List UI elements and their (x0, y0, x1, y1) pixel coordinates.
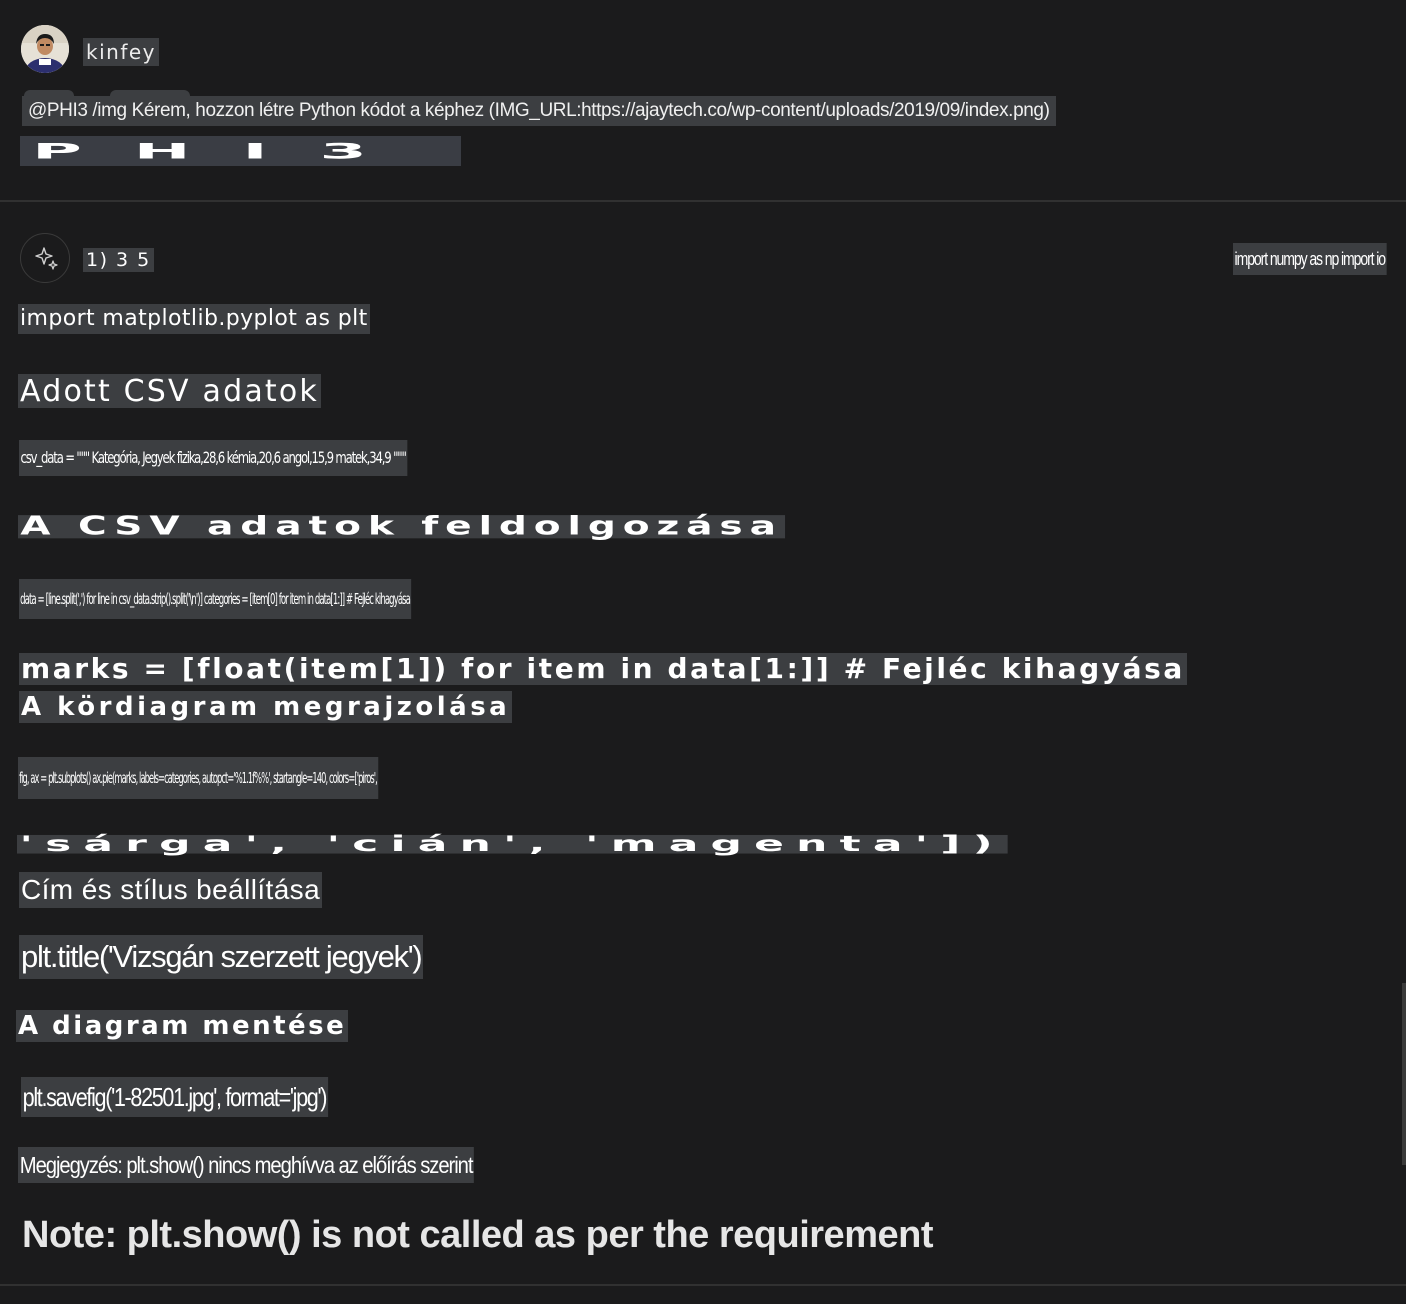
comment-heading: Adott CSV adatok (18, 374, 322, 409)
assistant-avatar (20, 233, 70, 283)
comment-heading: A kördiagram megrajzolása (19, 691, 513, 723)
response-meta: 1) 3 5 (83, 248, 154, 272)
code-line: import matplotlib.pyplot as plt (18, 304, 370, 334)
message-divider (0, 200, 1406, 202)
code-line: marks = [float(item[1]) for item in data… (19, 652, 1187, 685)
message-divider (0, 1284, 1406, 1286)
comment-heading: Cím és stílus beállítása (19, 872, 323, 908)
user-avatar-image (21, 25, 69, 73)
comment-line: Megjegyzés: plt.show() nincs meghívva az… (18, 1147, 475, 1183)
username[interactable]: kinfey (83, 38, 159, 66)
user-avatar[interactable] (21, 25, 69, 73)
user-prompt-text: @PHI3 /img Kérem, hozzon létre Python kó… (22, 96, 1056, 126)
code-snippet-aside: import numpy as np import io (1233, 243, 1387, 275)
code-line: data = [line.split(',') for line in csv_… (19, 579, 412, 619)
scrollbar[interactable] (1402, 983, 1406, 1165)
code-line: 'sárga', 'cián', 'magenta']) (17, 833, 1008, 855)
code-line: csv_data = """ Kategória, Jegyek fizika,… (19, 440, 408, 476)
comment-heading: A CSV adatok feldolgozása (18, 514, 786, 539)
comment-heading: A diagram mentése (16, 1010, 349, 1042)
response-note: Note: plt.show() is not called as per th… (22, 1214, 933, 1256)
code-line: plt.title('Vizsgán szerzett jegyek') (19, 935, 424, 979)
phi3-brand-image: PHI3 (20, 136, 461, 166)
code-line: fig, ax = plt.subplots() ax.pie(marks, l… (18, 757, 379, 799)
sparkle-icon (35, 247, 58, 270)
code-line: plt.savefig('1-82501.jpg', format='jpg') (21, 1077, 328, 1117)
brand-text: PHI3 (32, 139, 419, 164)
